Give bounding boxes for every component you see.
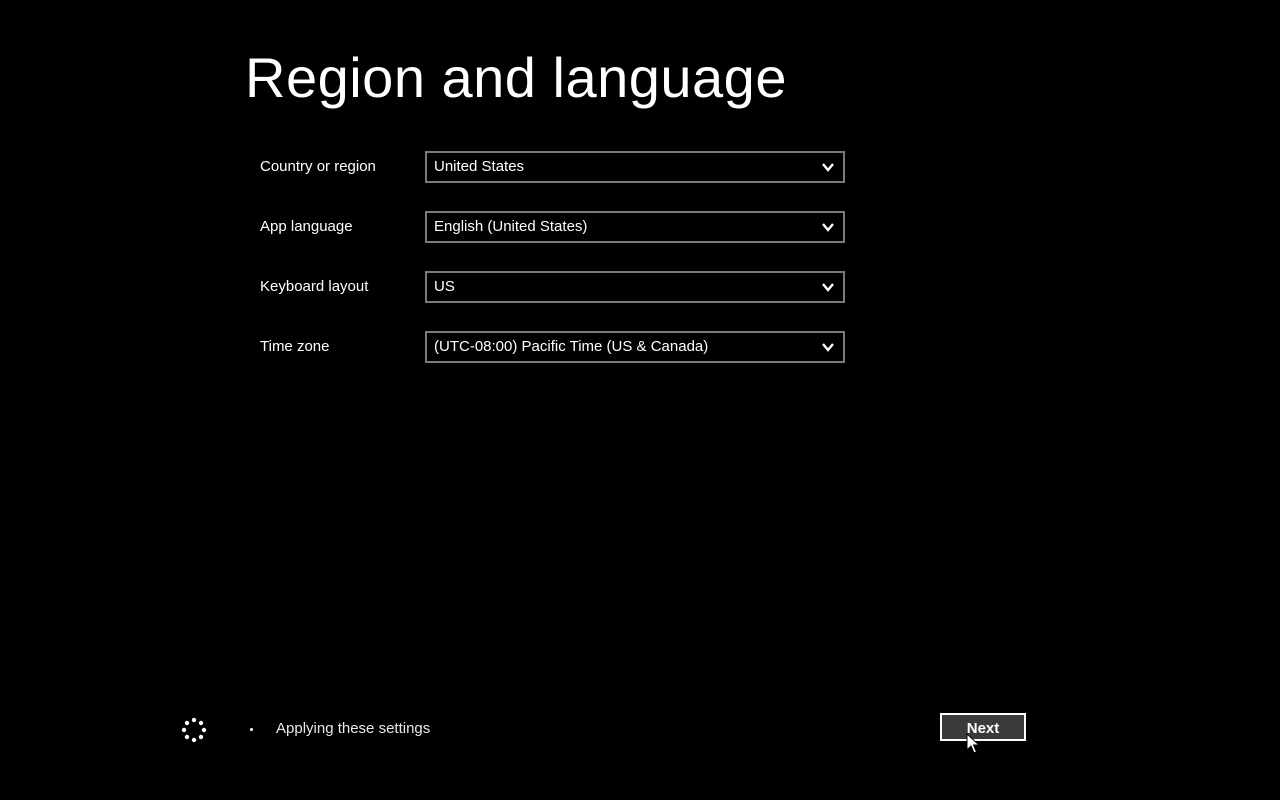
next-button[interactable]: Next bbox=[940, 713, 1026, 741]
chevron-down-icon bbox=[822, 283, 834, 292]
country-region-row: Country or region United States bbox=[259, 151, 859, 183]
country-region-label: Country or region bbox=[260, 158, 376, 175]
time-zone-label: Time zone bbox=[260, 338, 330, 355]
country-region-dropdown[interactable]: United States bbox=[425, 151, 845, 183]
chevron-down-icon bbox=[822, 163, 834, 172]
app-language-dropdown[interactable]: English (United States) bbox=[425, 211, 845, 243]
time-zone-value: (UTC-08:00) Pacific Time (US & Canada) bbox=[434, 338, 709, 355]
time-zone-row: Time zone (UTC-08:00) Pacific Time (US &… bbox=[259, 331, 859, 363]
country-region-value: United States bbox=[434, 158, 525, 175]
app-language-row: App language English (United States) bbox=[259, 211, 859, 243]
chevron-down-icon bbox=[822, 343, 834, 352]
keyboard-layout-dropdown[interactable]: US bbox=[425, 271, 845, 303]
spinner-icon bbox=[181, 717, 207, 743]
app-language-label: App language bbox=[260, 218, 353, 235]
keyboard-layout-row: Keyboard layout US bbox=[259, 271, 859, 303]
progress-dot bbox=[250, 728, 253, 731]
status-text: Applying these settings bbox=[276, 720, 431, 737]
page-title: Region and language bbox=[245, 46, 787, 109]
keyboard-layout-label: Keyboard layout bbox=[260, 278, 369, 295]
time-zone-dropdown[interactable]: (UTC-08:00) Pacific Time (US & Canada) bbox=[425, 331, 845, 363]
chevron-down-icon bbox=[822, 223, 834, 232]
app-language-value: English (United States) bbox=[434, 218, 588, 235]
region-settings-form: Country or region United States App lang… bbox=[259, 151, 859, 391]
mouse-cursor-icon bbox=[966, 733, 980, 754]
status-area: Applying these settings bbox=[180, 713, 580, 745]
keyboard-layout-value: US bbox=[434, 278, 455, 295]
region-language-page: Region and language Country or region Un… bbox=[0, 0, 1280, 800]
